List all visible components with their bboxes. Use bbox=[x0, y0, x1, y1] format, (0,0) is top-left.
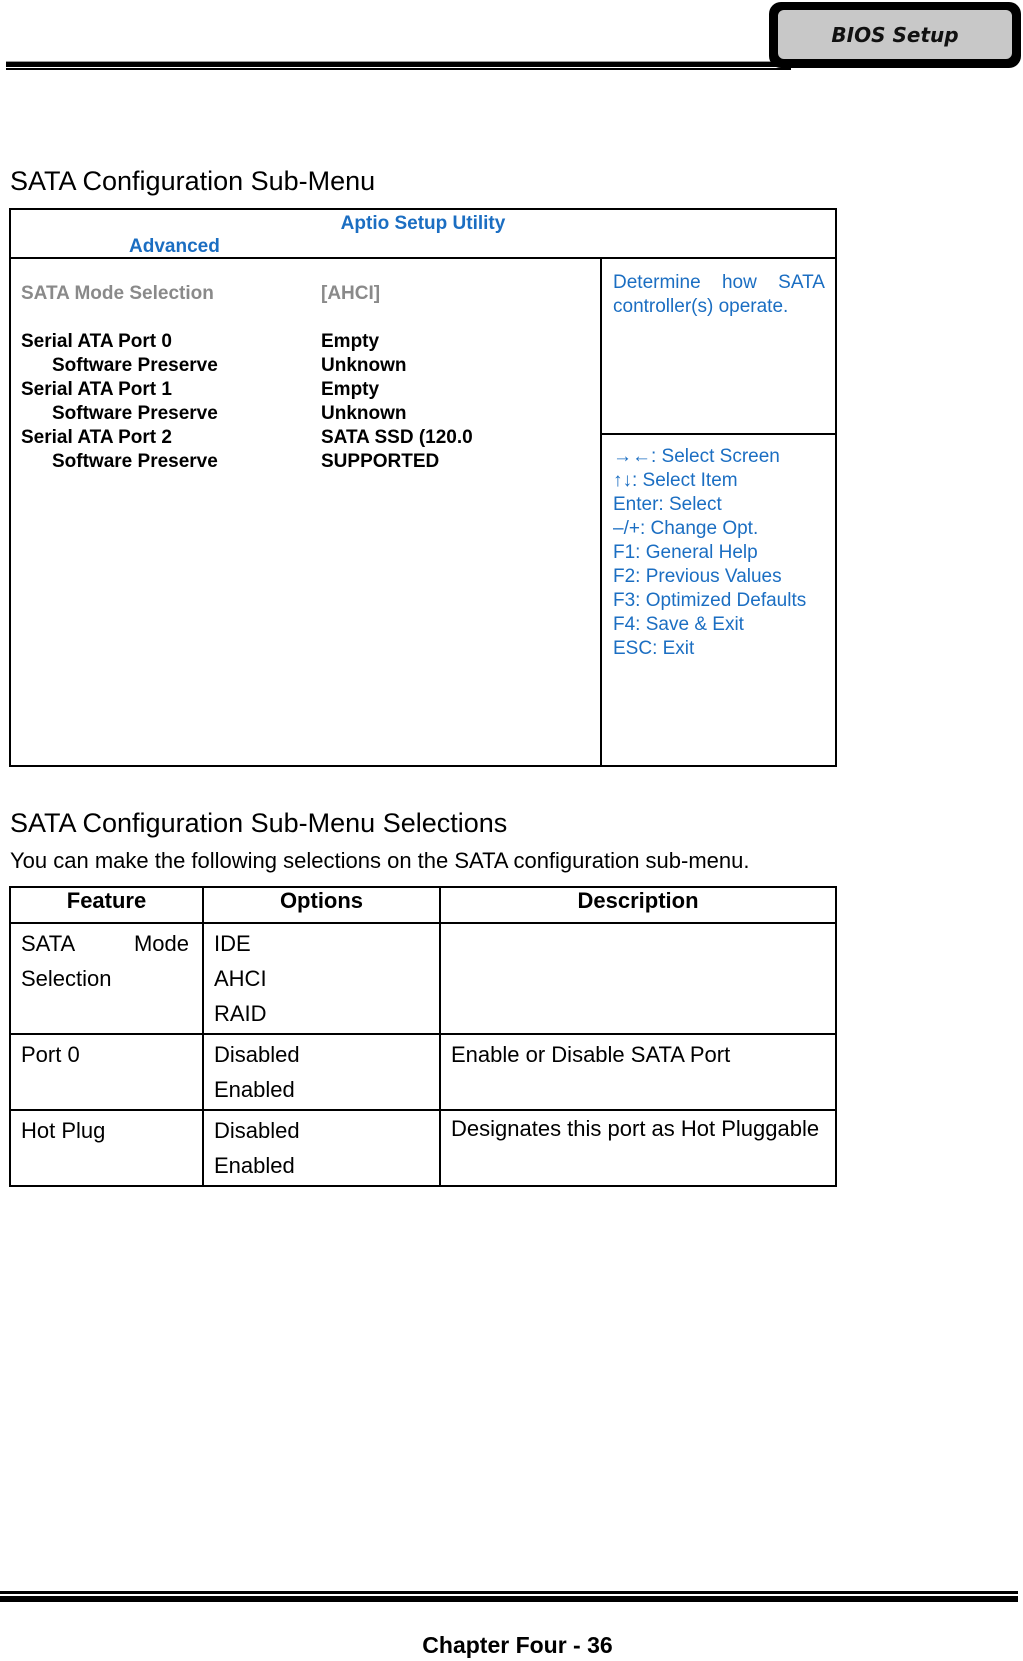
bios-key-legend: →←: Select Screen ↑↓: Select Item Enter:… bbox=[613, 445, 806, 661]
option: Enabled bbox=[214, 1077, 295, 1102]
cell-feature: SATA Mode Selection bbox=[9, 922, 204, 1035]
cell-options: IDE AHCI RAID bbox=[202, 922, 441, 1035]
cell-description: Designates this port as Hot Pluggable bbox=[439, 1109, 837, 1187]
bios-screen: Aptio Setup Utility Advanced SATA Mode S… bbox=[9, 208, 837, 767]
option: Disabled bbox=[214, 1042, 300, 1067]
bios-help-text: Determine how SATA controller(s) operate… bbox=[602, 259, 835, 435]
bios-tab-advanced[interactable]: Advanced bbox=[129, 236, 220, 258]
cell-description bbox=[439, 922, 837, 1035]
table-row: SATA Mode Selection IDE AHCI RAID bbox=[9, 922, 837, 1035]
key-hint-select-screen: →←: Select Screen bbox=[613, 446, 780, 467]
bios-item-value: Unknown bbox=[321, 355, 407, 376]
header-description: Description bbox=[439, 886, 837, 924]
bios-item-label: Serial ATA Port 1 bbox=[21, 379, 172, 400]
bios-header: Aptio Setup Utility Advanced bbox=[11, 210, 835, 259]
cell-options: Disabled Enabled bbox=[202, 1109, 441, 1187]
bios-title: Aptio Setup Utility bbox=[340, 213, 506, 234]
cell-options: Disabled Enabled bbox=[202, 1033, 441, 1111]
bios-item-value: Empty bbox=[321, 331, 380, 352]
key-hint-esc: ESC: Exit bbox=[613, 638, 695, 659]
header-feature: Feature bbox=[9, 886, 204, 924]
header-rule-thick bbox=[6, 61, 791, 67]
table-header-row: Feature Options Description bbox=[9, 886, 837, 924]
option: Disabled bbox=[214, 1118, 300, 1143]
bios-help-panel: Determine how SATA controller(s) operate… bbox=[602, 259, 835, 765]
selections-description: You can make the following selections on… bbox=[10, 848, 750, 873]
bios-item-value: SUPPORTED bbox=[321, 451, 440, 472]
bios-item-value: SATA SSD (120.0 bbox=[321, 427, 473, 448]
key-hint-change-opt: –/+: Change Opt. bbox=[613, 518, 759, 539]
footer-rule-thick bbox=[0, 1596, 1018, 1602]
option: IDE bbox=[214, 931, 251, 956]
key-hint-f1: F1: General Help bbox=[613, 542, 758, 563]
section-title: SATA Configuration Sub-Menu bbox=[10, 166, 376, 196]
header-tab-label: BIOS Setup bbox=[776, 8, 1014, 61]
bios-item-value: [AHCI] bbox=[321, 283, 381, 304]
key-hint-select-item: ↑↓: Select Item bbox=[613, 470, 738, 491]
table-row: Hot Plug Disabled Enabled Designates thi… bbox=[9, 1109, 837, 1187]
option: AHCI bbox=[214, 966, 267, 991]
option: Enabled bbox=[214, 1153, 295, 1178]
key-hint-f2: F2: Previous Values bbox=[613, 566, 782, 587]
bios-item-label: Software Preserve bbox=[52, 403, 218, 424]
cell-feature: Port 0 bbox=[9, 1033, 204, 1111]
bios-settings-panel: SATA Mode Selection [AHCI] Serial ATA Po… bbox=[11, 259, 602, 765]
option: RAID bbox=[214, 1001, 267, 1026]
bios-item-value: Empty bbox=[321, 379, 380, 400]
cell-description: Enable or Disable SATA Port bbox=[439, 1033, 837, 1111]
key-hint-f4: F4: Save & Exit bbox=[613, 614, 744, 635]
key-hint-enter: Enter: Select bbox=[613, 494, 722, 515]
selections-title: SATA Configuration Sub-Menu Selections bbox=[10, 808, 508, 838]
table-row: Port 0 Disabled Enabled Enable or Disabl… bbox=[9, 1033, 837, 1111]
footer-rule-thin bbox=[0, 1591, 1018, 1594]
bios-item-label: SATA Mode Selection bbox=[21, 283, 214, 304]
bios-item-value: Unknown bbox=[321, 403, 407, 424]
header-options: Options bbox=[202, 886, 441, 924]
bios-item-label: Software Preserve bbox=[52, 355, 218, 376]
bios-item-label: Serial ATA Port 2 bbox=[21, 427, 172, 448]
footer-page-label: Chapter Four - 36 bbox=[422, 1632, 613, 1658]
bios-item-label: Software Preserve bbox=[52, 451, 218, 472]
cell-feature: Hot Plug bbox=[9, 1109, 204, 1187]
bios-item-label: Serial ATA Port 0 bbox=[21, 331, 172, 352]
header-rule-thin bbox=[6, 68, 791, 70]
selections-table: Feature Options Description SATA Mode Se… bbox=[9, 886, 837, 1187]
key-hint-f3: F3: Optimized Defaults bbox=[613, 590, 807, 611]
